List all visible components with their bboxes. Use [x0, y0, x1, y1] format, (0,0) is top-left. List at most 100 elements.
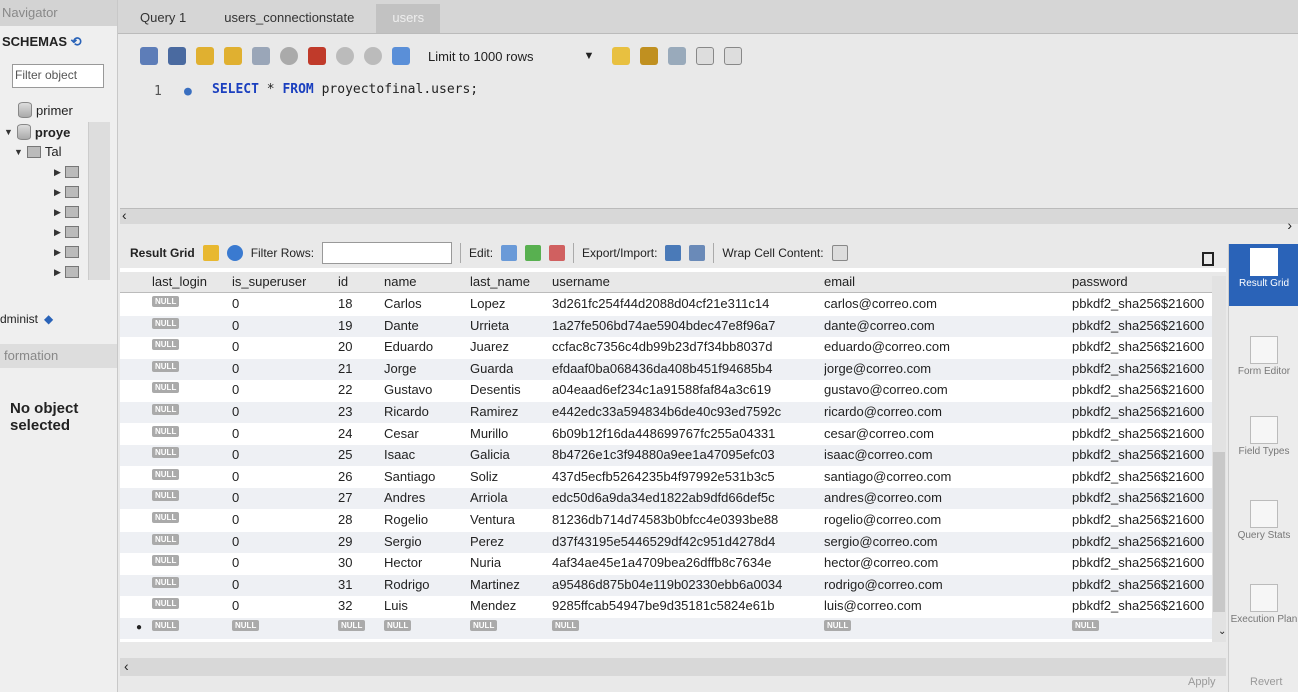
grid-cell[interactable]: 9285ffcab54947be9d35181c5824e61b: [552, 598, 774, 613]
grid-cell[interactable]: 0: [232, 555, 239, 570]
grid-cell[interactable]: Desentis: [470, 382, 521, 397]
grid-cell[interactable]: 0: [232, 426, 239, 441]
grid-cell[interactable]: 27: [338, 490, 352, 505]
execution-plan-side-button[interactable]: Execution Plan: [1229, 584, 1298, 625]
grid-cell[interactable]: 0: [232, 404, 239, 419]
tree-table-row[interactable]: ▶: [54, 186, 79, 198]
grid-cell[interactable]: Urrieta: [470, 318, 509, 333]
grid-cell[interactable]: 23: [338, 404, 352, 419]
grid-cell[interactable]: Nuria: [470, 555, 501, 570]
grid-cell[interactable]: pbkdf2_sha256$21600: [1072, 447, 1204, 462]
query-stats-side-button[interactable]: Query Stats: [1229, 500, 1298, 541]
scroll-thumb[interactable]: [1213, 452, 1225, 612]
grid-cell[interactable]: 22: [338, 382, 352, 397]
grid-cell[interactable]: 3d261fc254f44d2088d04cf21e311c14: [552, 296, 769, 311]
grid-cell[interactable]: Eduardo: [384, 339, 433, 354]
scroll-left-icon[interactable]: ‹: [124, 658, 129, 674]
table-row[interactable]: NULL 0 31 Rodrigo Martinez a95486d875b04e119b…: [120, 574, 1226, 596]
limit-rows-select[interactable]: Limit to 1000 rows: [428, 49, 534, 64]
grid-cell[interactable]: Ventura: [470, 512, 515, 527]
grid-cell[interactable]: Andres: [384, 490, 425, 505]
revert-button[interactable]: Revert: [1250, 676, 1282, 688]
column-header-id[interactable]: id: [338, 274, 348, 289]
grid-cell[interactable]: pbkdf2_sha256$21600: [1072, 598, 1204, 613]
grid-cell[interactable]: Rodrigo: [384, 577, 430, 592]
grid-cell[interactable]: Dante: [384, 318, 419, 333]
column-header-last_name[interactable]: last_name: [470, 274, 530, 289]
grid-cell[interactable]: 32: [338, 598, 352, 613]
column-header-email[interactable]: email: [824, 274, 855, 289]
grid-cell[interactable]: NULL: [470, 620, 498, 631]
grid-cell[interactable]: Galicia: [470, 447, 510, 462]
autocommit-icon[interactable]: [392, 47, 410, 65]
grid-cell[interactable]: NULL: [152, 490, 180, 502]
grid-cell[interactable]: pbkdf2_sha256$21600: [1072, 404, 1204, 419]
grid-cell[interactable]: NULL: [152, 598, 180, 610]
grid-cell[interactable]: pbkdf2_sha256$21600: [1072, 339, 1204, 354]
grid-cell[interactable]: Gustavo: [384, 382, 432, 397]
tree-item-proye[interactable]: ▼ proye: [4, 124, 70, 140]
table-row[interactable]: NULL 0 24 Cesar Murillo 6b09b12f16da448699767…: [120, 424, 1226, 445]
filter-rows-input[interactable]: [322, 242, 453, 264]
grid-cell[interactable]: NULL: [1072, 620, 1100, 631]
grid-cell[interactable]: Lopez: [470, 296, 505, 311]
tab-users[interactable]: users: [376, 4, 441, 33]
table-row[interactable]: NULL 0 23 Ricardo Ramirez e442edc33a594834b6d…: [120, 402, 1226, 423]
table-row[interactable]: NULL 0 19 Dante Urrieta 1a27fe506bd74ae5904bd…: [120, 315, 1226, 337]
grid-cell[interactable]: 0: [232, 339, 239, 354]
grid-cell[interactable]: efdaaf0ba068436da408b451f94685b4: [552, 361, 773, 376]
grid-cell[interactable]: 0: [232, 534, 239, 549]
grid-cell[interactable]: sergio@correo.com: [824, 534, 938, 549]
grid-cell[interactable]: 6b09b12f16da448699767fc255a04331: [552, 426, 775, 441]
grid-cell[interactable]: 21: [338, 361, 352, 376]
execute-icon[interactable]: [196, 47, 214, 65]
chevron-down-icon[interactable]: ⌄: [1218, 626, 1226, 637]
grid-cell[interactable]: pbkdf2_sha256$21600: [1072, 512, 1204, 527]
grid-cell[interactable]: jorge@correo.com: [824, 361, 931, 376]
grid-cell[interactable]: NULL: [152, 620, 180, 631]
grid-cell[interactable]: 0: [232, 469, 239, 484]
grid-cell[interactable]: 0: [232, 490, 239, 505]
table-row[interactable]: NULL 0 20 Eduardo Juarez ccfac8c7356c4db99b23…: [120, 337, 1226, 358]
commit-icon[interactable]: [336, 47, 354, 65]
column-header-last_login[interactable]: last_login: [152, 274, 207, 289]
grid-cell[interactable]: 18: [338, 296, 352, 311]
tree-table-row[interactable]: ▶: [54, 166, 79, 178]
add-row-icon[interactable]: [525, 245, 542, 261]
table-row[interactable]: NULL 0 27 Andres Arriola edc50d6a9da34ed1822a…: [120, 488, 1226, 510]
apply-button[interactable]: Apply: [1188, 676, 1216, 688]
refresh-icon[interactable]: [226, 245, 243, 261]
delete-row-icon[interactable]: [549, 245, 566, 261]
grid-cell[interactable]: NULL: [824, 620, 852, 631]
grid-cell[interactable]: NULL: [152, 555, 180, 567]
grid-cell[interactable]: NULL: [152, 382, 180, 394]
grid-cell[interactable]: Luis: [384, 598, 408, 613]
column-header-is_superuser[interactable]: is_superuser: [232, 274, 306, 289]
table-row[interactable]: NULL 0 29 Sergio Perez d37f43195e5446529df42c…: [120, 531, 1226, 553]
grid-cell[interactable]: pbkdf2_sha256$21600: [1072, 426, 1204, 441]
grid-horizontal-scrollbar[interactable]: ‹ ›: [120, 644, 1234, 676]
table-row[interactable]: NULL 0 26 Santiago Soliz 437d5ecfb5264235b4f9…: [120, 467, 1226, 488]
grid-cell[interactable]: 0: [232, 512, 239, 527]
grid-cell[interactable]: 0: [232, 577, 239, 592]
grid-cell[interactable]: 19: [338, 318, 352, 333]
grid-cell[interactable]: NULL: [152, 360, 180, 372]
grid-cell[interactable]: carlos@correo.com: [824, 296, 937, 311]
scroll-left-icon[interactable]: ‹: [122, 207, 127, 223]
grid-cell[interactable]: pbkdf2_sha256$21600: [1072, 555, 1204, 570]
grid-cell[interactable]: pbkdf2_sha256$21600: [1072, 534, 1204, 549]
grid-cell[interactable]: NULL: [384, 620, 412, 631]
administration-tab[interactable]: dminist ◆: [0, 312, 53, 326]
grid-cell[interactable]: 29: [338, 534, 352, 549]
navigator-scrollbar[interactable]: [88, 122, 110, 280]
grid-cell[interactable]: ricardo@correo.com: [824, 404, 942, 419]
grid-cell[interactable]: Santiago: [384, 469, 435, 484]
grid-cell[interactable]: Cesar: [384, 426, 419, 441]
grid-cell[interactable]: Arriola: [470, 490, 508, 505]
grid-cell[interactable]: NULL: [152, 512, 180, 523]
table-row[interactable]: NULL 0 22 Gustavo Desentis a04eaad6ef234c1a91…: [120, 380, 1226, 401]
grid-cell[interactable]: NULL: [152, 339, 180, 351]
grid-cell[interactable]: a95486d875b04e119b02330ebb6a0034: [552, 577, 782, 592]
tree-table-row[interactable]: ▶: [54, 206, 79, 218]
grid-cell[interactable]: 26: [338, 469, 352, 484]
